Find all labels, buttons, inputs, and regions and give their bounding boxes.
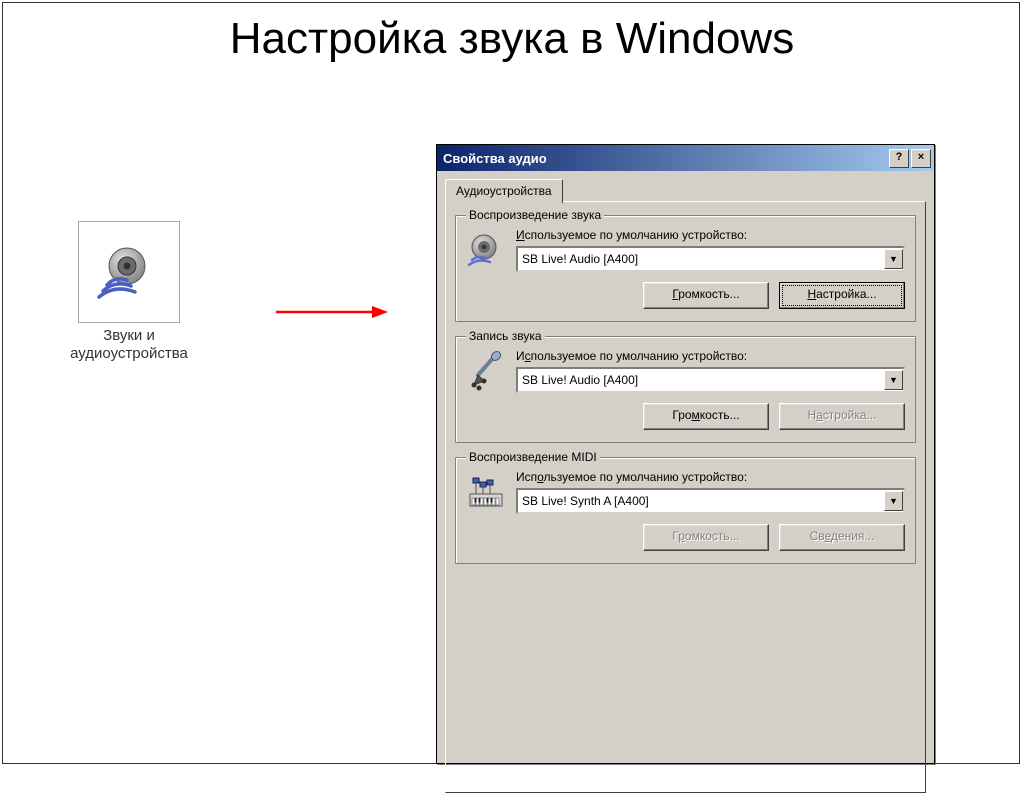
slide-title: Настройка звука в Windows	[0, 14, 1024, 64]
close-button[interactable]: ×	[911, 149, 931, 168]
dialog-title: Свойства аудио	[443, 151, 887, 166]
titlebar[interactable]: Свойства аудио ? ×	[437, 145, 934, 171]
arrow-icon	[276, 305, 388, 319]
tab-strip: Аудиоустройства	[445, 179, 926, 203]
shortcut-label: Звуки и аудиоустройства	[50, 327, 208, 363]
speaker-icon	[97, 240, 161, 304]
sounds-shortcut[interactable]: Звуки и аудиоустройства	[50, 221, 208, 363]
audio-properties-dialog: Свойства аудио ? × Аудиоустройства Воспр…	[436, 144, 935, 764]
help-button[interactable]: ?	[889, 149, 909, 168]
tab-audio-devices[interactable]: Аудиоустройства	[445, 179, 563, 203]
sounds-icon-frame	[78, 221, 180, 323]
